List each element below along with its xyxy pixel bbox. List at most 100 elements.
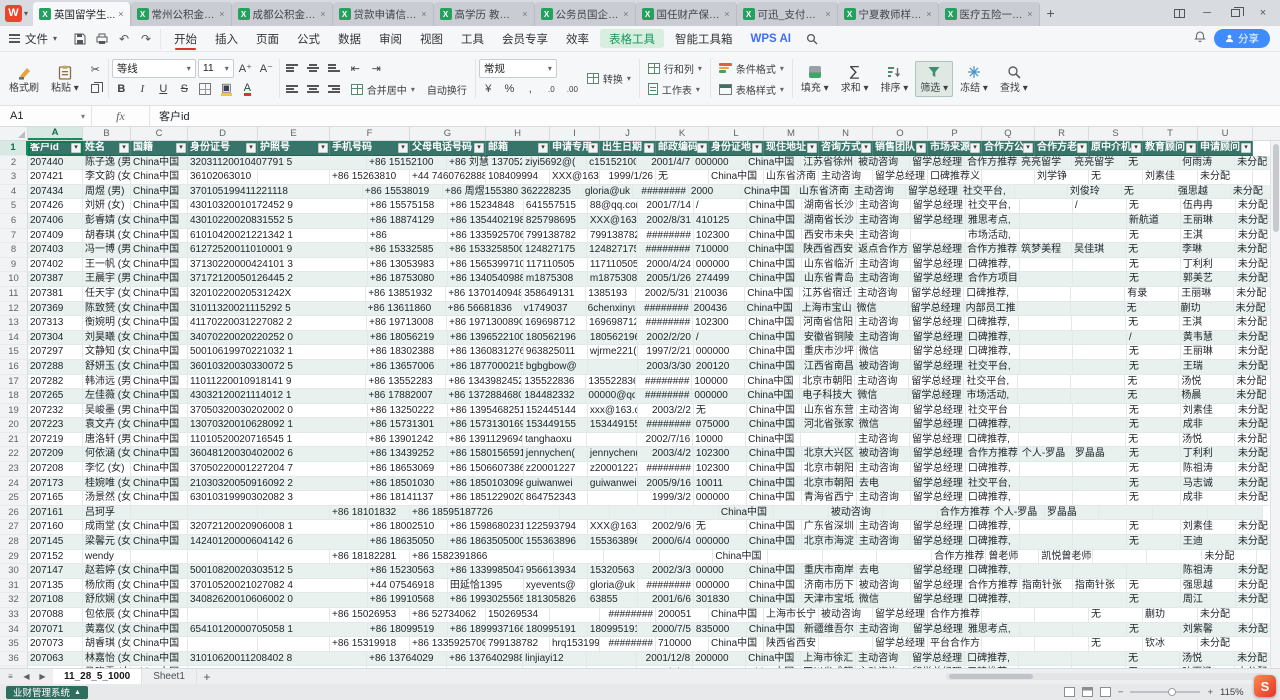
cell[interactable]: +86 18101832	[330, 506, 410, 521]
share-button[interactable]: 分享	[1214, 29, 1270, 48]
file-menu[interactable]: 文件 ▾	[0, 31, 66, 47]
column-header-Q[interactable]: Q	[982, 127, 1035, 140]
sheet-next-button[interactable]: ▶	[35, 672, 50, 681]
cell[interactable]: 蒯玏	[1179, 302, 1234, 317]
cell[interactable]: +86 13552283	[366, 375, 446, 390]
decrease-font-button[interactable]: A⁻	[257, 60, 276, 77]
cell[interactable]: 2000/6/4	[638, 535, 694, 550]
cell[interactable]: 37050220001227204 7	[188, 462, 296, 477]
cell[interactable]: 汤悦	[1179, 375, 1234, 390]
cell[interactable]	[1072, 433, 1126, 448]
cell[interactable]	[982, 170, 1035, 185]
cell[interactable]: 王一帆 (女	[83, 258, 131, 273]
row-number[interactable]: 8	[0, 243, 28, 258]
cell[interactable]: 864752343	[524, 491, 588, 506]
cell[interactable]: jennychen(	[588, 447, 638, 462]
filter-dropdown-icon[interactable]: ▾	[1023, 143, 1033, 153]
cell[interactable]: 207165	[28, 491, 83, 506]
cell[interactable]: 50010820020303512 5	[188, 564, 296, 579]
cell[interactable]	[1020, 360, 1073, 375]
cell[interactable]: 主动咨询	[855, 375, 909, 390]
cell[interactable]: China中国	[131, 287, 188, 302]
cell[interactable]: China中国	[131, 199, 188, 214]
cell[interactable]: 075000	[694, 418, 747, 433]
cell[interactable]: China中国	[745, 302, 800, 317]
cell[interactable]: 未分配	[1236, 331, 1270, 346]
cell[interactable]: +86 1899937166	[448, 623, 524, 638]
cell[interactable]: ########	[638, 579, 694, 594]
cell[interactable]	[294, 302, 366, 317]
increase-indent-button[interactable]: ⇥	[367, 60, 386, 77]
cell[interactable]: China中国	[747, 593, 802, 608]
cell[interactable]	[1071, 302, 1125, 317]
row-number[interactable]: 11	[0, 287, 28, 302]
cell[interactable]: 去电	[857, 477, 911, 492]
cell[interactable]: 2001/12/8	[637, 652, 693, 667]
sum-button[interactable]: ∑ 求和 ▾	[836, 61, 874, 97]
cell[interactable]: 留学总经理	[911, 535, 966, 550]
cell[interactable]: 主动咨询	[857, 462, 911, 477]
column-header-M[interactable]: M	[764, 127, 819, 140]
menu-item-table-tools[interactable]: 表格工具	[600, 29, 664, 48]
cell[interactable]: 未分配	[1236, 360, 1270, 375]
cell[interactable]	[604, 550, 660, 565]
page-layout-view-button[interactable]	[1082, 687, 1093, 697]
cell[interactable]: 358649131	[522, 287, 586, 302]
cell[interactable]: +86 1354402198	[448, 214, 524, 229]
cell[interactable]: China中国	[131, 418, 188, 433]
cell[interactable]: 王迪	[1181, 535, 1236, 550]
cell[interactable]	[295, 433, 367, 448]
cell[interactable]	[294, 375, 366, 390]
cell[interactable]: China中国	[131, 170, 188, 185]
cell[interactable]	[1018, 302, 1071, 317]
merge-center-button[interactable]: 合并居中▾	[346, 80, 420, 99]
cell[interactable]: ########	[600, 637, 656, 652]
cell[interactable]: +86 周煜155380	[443, 185, 519, 200]
cell[interactable]	[296, 331, 368, 346]
cell[interactable]: 留学总经理	[873, 637, 928, 652]
cell[interactable]: 207304	[28, 331, 83, 346]
cell[interactable]: 主动咨询	[857, 214, 911, 229]
cell[interactable]: 未分配	[1236, 447, 1270, 462]
cell[interactable]: 刘学铮	[1035, 170, 1089, 185]
cell[interactable]: 180562196	[588, 331, 638, 346]
cell[interactable]: 口碑推荐,	[966, 520, 1020, 535]
cell[interactable]: 301830	[694, 593, 747, 608]
cell[interactable]: 未分配	[1236, 623, 1270, 638]
cell[interactable]: 2002/5/31	[636, 287, 692, 302]
cell[interactable]: +86 18141137	[368, 491, 448, 506]
cell[interactable]: 2003/3/30	[638, 360, 694, 375]
cell[interactable]: 207381	[28, 287, 83, 302]
cell[interactable]: +86 18595187726	[410, 506, 496, 521]
cell[interactable]: 主动咨询	[819, 170, 873, 185]
cell[interactable]: 主动咨询	[856, 666, 910, 668]
row-number[interactable]: 22	[0, 447, 28, 462]
cell[interactable]: 留学总经理	[911, 520, 966, 535]
cell[interactable]: 100000	[692, 375, 745, 390]
cell[interactable]: 周煜 (男)	[83, 185, 131, 200]
cell[interactable]: 王瑞	[1181, 360, 1236, 375]
cell[interactable]	[883, 506, 938, 521]
cell[interactable]: 207265	[28, 389, 83, 404]
cell[interactable]: 180995191	[524, 623, 588, 638]
cell[interactable]: 蒯玏	[1143, 608, 1198, 623]
cell[interactable]: ########	[636, 389, 692, 404]
cell[interactable]: 无	[1127, 418, 1181, 433]
cell[interactable]: +86 1580156591	[448, 447, 524, 462]
cell[interactable]: 无	[1126, 666, 1180, 668]
cell[interactable]: 山东省青岛	[802, 272, 857, 287]
cell[interactable]	[296, 535, 368, 550]
cell[interactable]: 207161	[28, 506, 83, 521]
cell[interactable]	[490, 550, 554, 565]
cell[interactable]: 无	[1127, 229, 1181, 244]
cell[interactable]: China中国	[742, 185, 797, 200]
freeze-button[interactable]: 冻结 ▾	[955, 61, 993, 97]
cell[interactable]: +86 15736198	[367, 666, 447, 668]
cell[interactable]: China中国	[746, 243, 801, 258]
cell[interactable]: 51130220020920002 2	[188, 666, 295, 668]
cell[interactable]: 天津市宝坻	[802, 593, 857, 608]
cell[interactable]: 124827175	[523, 243, 587, 258]
cell[interactable]	[188, 637, 258, 652]
row-number[interactable]: 25	[0, 491, 28, 506]
cell[interactable]: 成非	[1181, 491, 1236, 506]
